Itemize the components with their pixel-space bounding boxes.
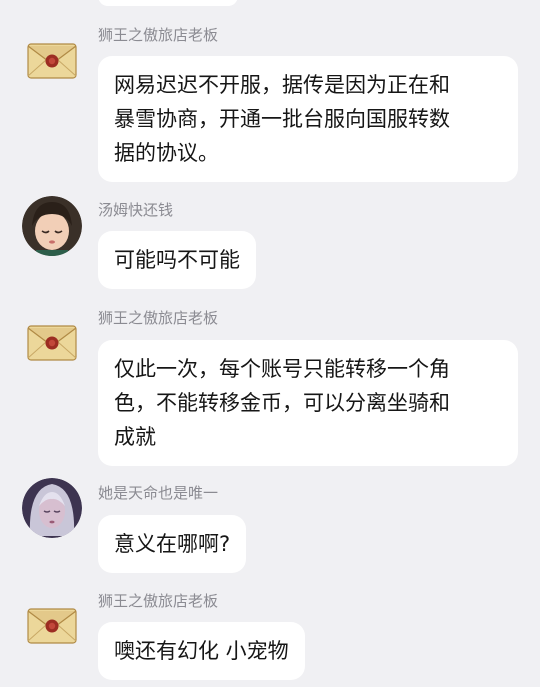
message-bubble[interactable]: 仅此一次，每个账号只能转移一个角 色，不能转移金币，可以分离坐骑和 成就 bbox=[98, 340, 518, 466]
sender-name: 狮王之傲旅店老板 bbox=[98, 309, 219, 327]
sender-name: 汤姆快还钱 bbox=[98, 201, 174, 219]
sender-name: 狮王之傲旅店老板 bbox=[98, 26, 219, 44]
message-bubble[interactable]: 意义在哪啊? bbox=[98, 515, 247, 573]
avatar[interactable] bbox=[22, 196, 82, 256]
doll-girl-avatar-icon bbox=[22, 196, 82, 256]
envelope-seal-icon bbox=[22, 312, 82, 372]
message-bubble[interactable]: 可能吗不可能 bbox=[98, 231, 256, 289]
envelope-seal-icon bbox=[22, 30, 82, 90]
envelope-seal-icon bbox=[22, 595, 82, 655]
message-line: 仅此一次，每个账号只能转移一个角 bbox=[114, 357, 450, 381]
message-line: 据的协议。 bbox=[114, 141, 219, 165]
avatar[interactable] bbox=[22, 595, 82, 655]
message-line: 色，不能转移金币，可以分离坐骑和 bbox=[114, 391, 450, 415]
avatar[interactable] bbox=[22, 312, 82, 372]
message-bubble[interactable]: 网易迟迟不开服，据传是因为正在和 暴雪协商，开通一批台服向国服转数 据的协议。 bbox=[98, 56, 518, 182]
message-line: 意义在哪啊? bbox=[114, 532, 231, 556]
message-line: 可能吗不可能 bbox=[114, 248, 240, 272]
message-line: 噢还有幻化 小宠物 bbox=[114, 639, 289, 663]
avatar[interactable] bbox=[22, 30, 82, 90]
message-line: 成就 bbox=[114, 425, 156, 449]
previous-message-bubble-fragment bbox=[98, 0, 238, 6]
message-line: 暴雪协商，开通一批台服向国服转数 bbox=[114, 107, 450, 131]
avatar[interactable] bbox=[22, 478, 82, 538]
message-bubble[interactable]: 噢还有幻化 小宠物 bbox=[98, 622, 305, 680]
sender-name: 狮王之傲旅店老板 bbox=[98, 592, 219, 610]
sender-name: 她是天命也是唯一 bbox=[98, 484, 219, 502]
message-line: 网易迟迟不开服，据传是因为正在和 bbox=[114, 73, 450, 97]
silver-hair-avatar-icon bbox=[22, 478, 82, 538]
